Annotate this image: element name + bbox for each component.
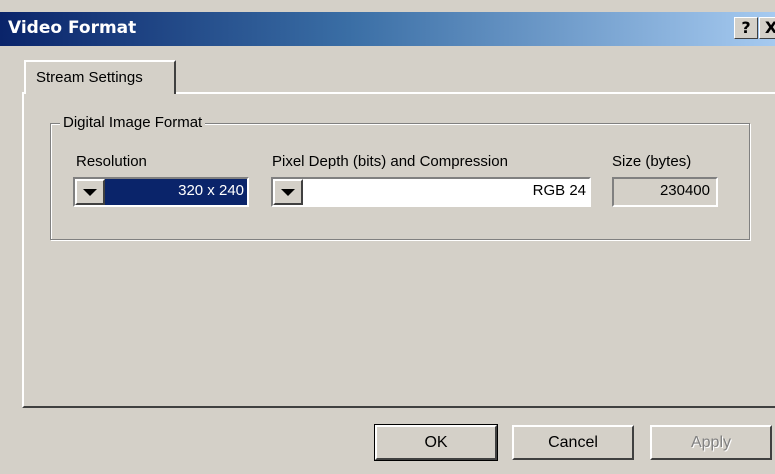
pixel-depth-select[interactable]: RGB 24 <box>271 177 591 207</box>
resolution-value: 320 x 240 <box>178 182 244 199</box>
cancel-button[interactable]: Cancel <box>512 425 634 460</box>
window-title: Video Format <box>8 18 137 38</box>
help-button[interactable]: ? <box>734 17 758 39</box>
close-button[interactable]: X <box>759 17 775 39</box>
group-label: Digital Image Format <box>60 114 206 131</box>
ok-button[interactable]: OK <box>374 424 498 461</box>
resolution-dropdown-button[interactable] <box>75 179 105 205</box>
chevron-down-icon <box>83 189 97 196</box>
resolution-label: Resolution <box>76 153 147 170</box>
size-label: Size (bytes) <box>612 153 692 170</box>
pixel-depth-label: Pixel Depth (bits) and Compression <box>272 153 508 170</box>
help-icon: ? <box>741 18 751 37</box>
tab-stream-settings[interactable]: Stream Settings <box>24 60 176 94</box>
apply-button[interactable]: Apply <box>650 425 772 460</box>
video-format-dialog: Video Format ? X Stream Settings Digital… <box>0 0 775 474</box>
pixel-depth-value: RGB 24 <box>532 182 586 199</box>
chevron-down-icon <box>281 189 295 196</box>
title-bar[interactable]: Video Format ? X <box>0 12 775 46</box>
close-icon: X <box>764 18 775 37</box>
pixel-depth-dropdown-button[interactable] <box>273 179 303 205</box>
tab-label: Stream Settings <box>36 69 143 86</box>
resolution-select[interactable]: 320 x 240 <box>73 177 249 207</box>
size-value: 230400 <box>659 182 710 199</box>
size-field: 230400 <box>612 177 718 207</box>
